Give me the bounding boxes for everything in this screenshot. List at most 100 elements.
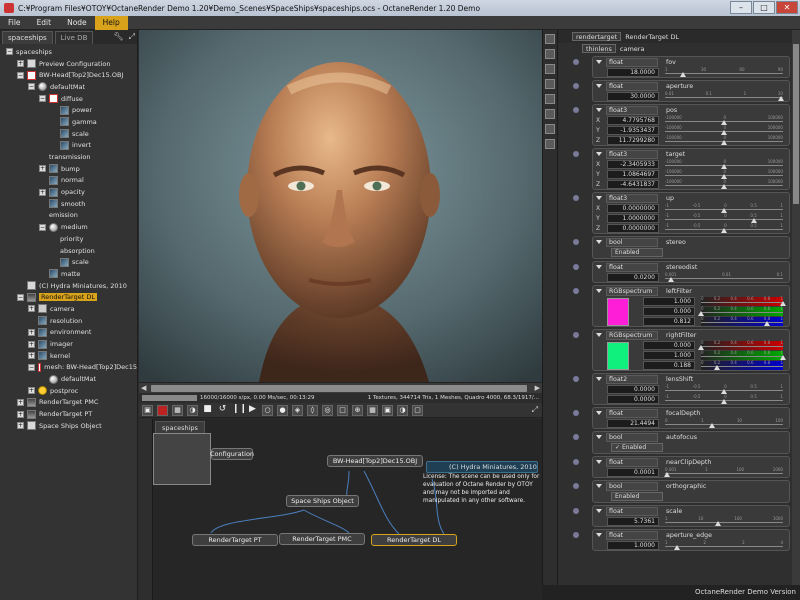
slider-knob[interactable] — [713, 364, 720, 370]
tree-item[interactable]: + environment — [0, 327, 137, 339]
slider-knob[interactable] — [777, 95, 784, 101]
param-value-field[interactable]: 18.0000 — [607, 67, 659, 77]
camera-icon[interactable]: □ — [337, 404, 348, 416]
param-value-field[interactable]: 1.0000 — [607, 540, 659, 550]
param-type[interactable]: float — [606, 408, 658, 418]
slider-knob[interactable] — [721, 183, 727, 189]
param-value-field[interactable]: 30.0000 — [607, 91, 659, 101]
slider-knob[interactable] — [679, 71, 686, 77]
tab-live-db[interactable]: Live DB — [54, 31, 94, 44]
expand-toggle-icon[interactable]: + — [39, 165, 46, 173]
tree-item[interactable]: + kernel — [0, 350, 137, 362]
color-wheel-icon[interactable]: ◑ — [187, 404, 198, 416]
expand-toggle-icon[interactable]: − — [28, 363, 35, 371]
connect-pin-icon[interactable] — [573, 483, 579, 489]
menu-node[interactable]: Node — [59, 16, 95, 30]
resolution-icon[interactable] — [545, 64, 555, 74]
node-info-title[interactable]: (C) Hydra Miniatures, 2010 — [426, 461, 538, 473]
slider-knob[interactable] — [721, 227, 727, 233]
param-slider[interactable]: -1 -0.5 0 0.5 1 — [665, 394, 783, 404]
collapse-icon[interactable] — [596, 377, 602, 381]
param-value-field[interactable]: 0.0001 — [607, 467, 659, 477]
param-value-field[interactable]: 5.7361 — [607, 516, 659, 526]
kernel-icon[interactable] — [545, 109, 555, 119]
tree-item[interactable]: scale — [0, 128, 137, 140]
scroll-right-icon[interactable]: ▶ — [535, 384, 540, 392]
tree-item[interactable]: − diffuse — [0, 93, 137, 105]
param-type[interactable]: float3 — [606, 149, 658, 159]
param-type[interactable]: float3 — [606, 105, 658, 115]
tree-item[interactable]: + RenderTarget PT — [0, 408, 137, 420]
connect-pin-icon[interactable] — [573, 459, 579, 465]
tree-item[interactable]: + camera — [0, 303, 137, 315]
expand-toggle-icon[interactable]: + — [28, 352, 35, 360]
environment-icon[interactable] — [545, 79, 555, 89]
postproc-icon[interactable] — [545, 139, 555, 149]
expand-toggle-icon[interactable]: + — [17, 422, 24, 430]
connect-pin-icon[interactable] — [573, 532, 579, 538]
expand-toggle-icon[interactable]: + — [17, 410, 24, 418]
expand-toggle-icon[interactable]: + — [28, 328, 35, 336]
inspector-scrollbar[interactable] — [792, 30, 800, 585]
slider-knob[interactable] — [721, 398, 727, 404]
expand-toggle-icon[interactable]: − — [39, 223, 46, 231]
collapse-icon[interactable] — [596, 460, 602, 464]
connect-pin-icon[interactable] — [573, 83, 579, 89]
node-type-dropdown[interactable]: rendertarget — [572, 32, 622, 41]
node-preview-config[interactable]: Configuration — [210, 448, 254, 460]
lock-icon[interactable]: ● — [277, 404, 288, 416]
save-image-icon[interactable]: ▣ — [142, 404, 153, 416]
node-graph-editor[interactable]: spaceships Configuration BW-Head[Top2]De… — [139, 419, 542, 600]
connect-pin-icon[interactable] — [573, 264, 579, 270]
param-type[interactable]: RGBspectrum — [606, 286, 658, 296]
color-swatch[interactable] — [607, 342, 629, 370]
param-value-field[interactable]: 0.0000000 — [607, 203, 659, 213]
tree-item[interactable]: power — [0, 104, 137, 116]
slider-knob[interactable] — [721, 139, 727, 145]
tree-item[interactable]: matte — [0, 268, 137, 280]
tree-item[interactable]: smooth — [0, 198, 137, 210]
tree-item[interactable]: − medium — [0, 221, 137, 233]
param-slider[interactable]: 0 0.2 0.4 0.6 0.8 1 — [701, 316, 783, 326]
menu-file[interactable]: File — [0, 16, 29, 30]
expand-toggle-icon[interactable]: − — [17, 71, 24, 79]
param-type[interactable]: float — [606, 262, 658, 272]
slider-knob[interactable] — [664, 471, 671, 477]
param-value-field[interactable]: 0.0000 — [607, 384, 659, 394]
mesh-icon[interactable] — [545, 124, 555, 134]
param-slider[interactable]: -1 -0.5 0 0.5 1 — [665, 384, 783, 394]
tree-item[interactable]: + RenderTarget PMC — [0, 397, 137, 409]
stop-icon[interactable]: ■ — [202, 404, 213, 416]
expand-toggle-icon[interactable]: − — [28, 83, 35, 91]
tree-item[interactable]: defaultMat — [0, 373, 137, 385]
param-slider[interactable]: 1 30 60 90 — [665, 67, 783, 77]
tree-item[interactable]: absorption — [0, 245, 137, 257]
fullscreen-icon[interactable]: ▢ — [412, 404, 423, 416]
tree-item[interactable]: − RenderTarget DL — [0, 291, 137, 303]
slider-knob[interactable] — [709, 422, 716, 428]
connect-pin-icon[interactable] — [573, 288, 579, 294]
grid-icon[interactable]: ▦ — [367, 404, 378, 416]
expand-icon[interactable]: ⤢ — [129, 32, 135, 42]
zoom-icon[interactable]: ◎ — [322, 404, 333, 416]
collapse-icon[interactable] — [596, 484, 602, 488]
node-rendertarget-dl[interactable]: RenderTarget DL — [371, 534, 457, 546]
connect-pin-icon[interactable] — [573, 239, 579, 245]
param-type[interactable]: float — [606, 506, 658, 516]
param-type[interactable]: bool — [606, 237, 658, 247]
collapse-icon[interactable] — [596, 533, 602, 537]
slider-knob[interactable] — [667, 276, 674, 282]
tab-spaceships[interactable]: spaceships — [2, 31, 53, 44]
tree-item[interactable]: emission — [0, 210, 137, 222]
node-name-field[interactable]: RenderTarget DL — [625, 33, 679, 41]
param-value-field[interactable]: 0.188 — [643, 360, 695, 370]
menu-help[interactable]: Help — [94, 15, 128, 30]
param-slider[interactable]: 1 2 3 4 — [665, 540, 783, 550]
color-swatch[interactable] — [607, 298, 629, 326]
maximize-button[interactable]: □ — [753, 1, 775, 14]
connect-pin-icon[interactable] — [573, 107, 579, 113]
param-slider[interactable]: 0 0.2 0.4 0.6 0.8 1 — [701, 296, 786, 306]
collapse-icon[interactable] — [596, 152, 602, 156]
tree-item[interactable]: transmission — [0, 151, 137, 163]
tree-item[interactable]: priority — [0, 233, 137, 245]
